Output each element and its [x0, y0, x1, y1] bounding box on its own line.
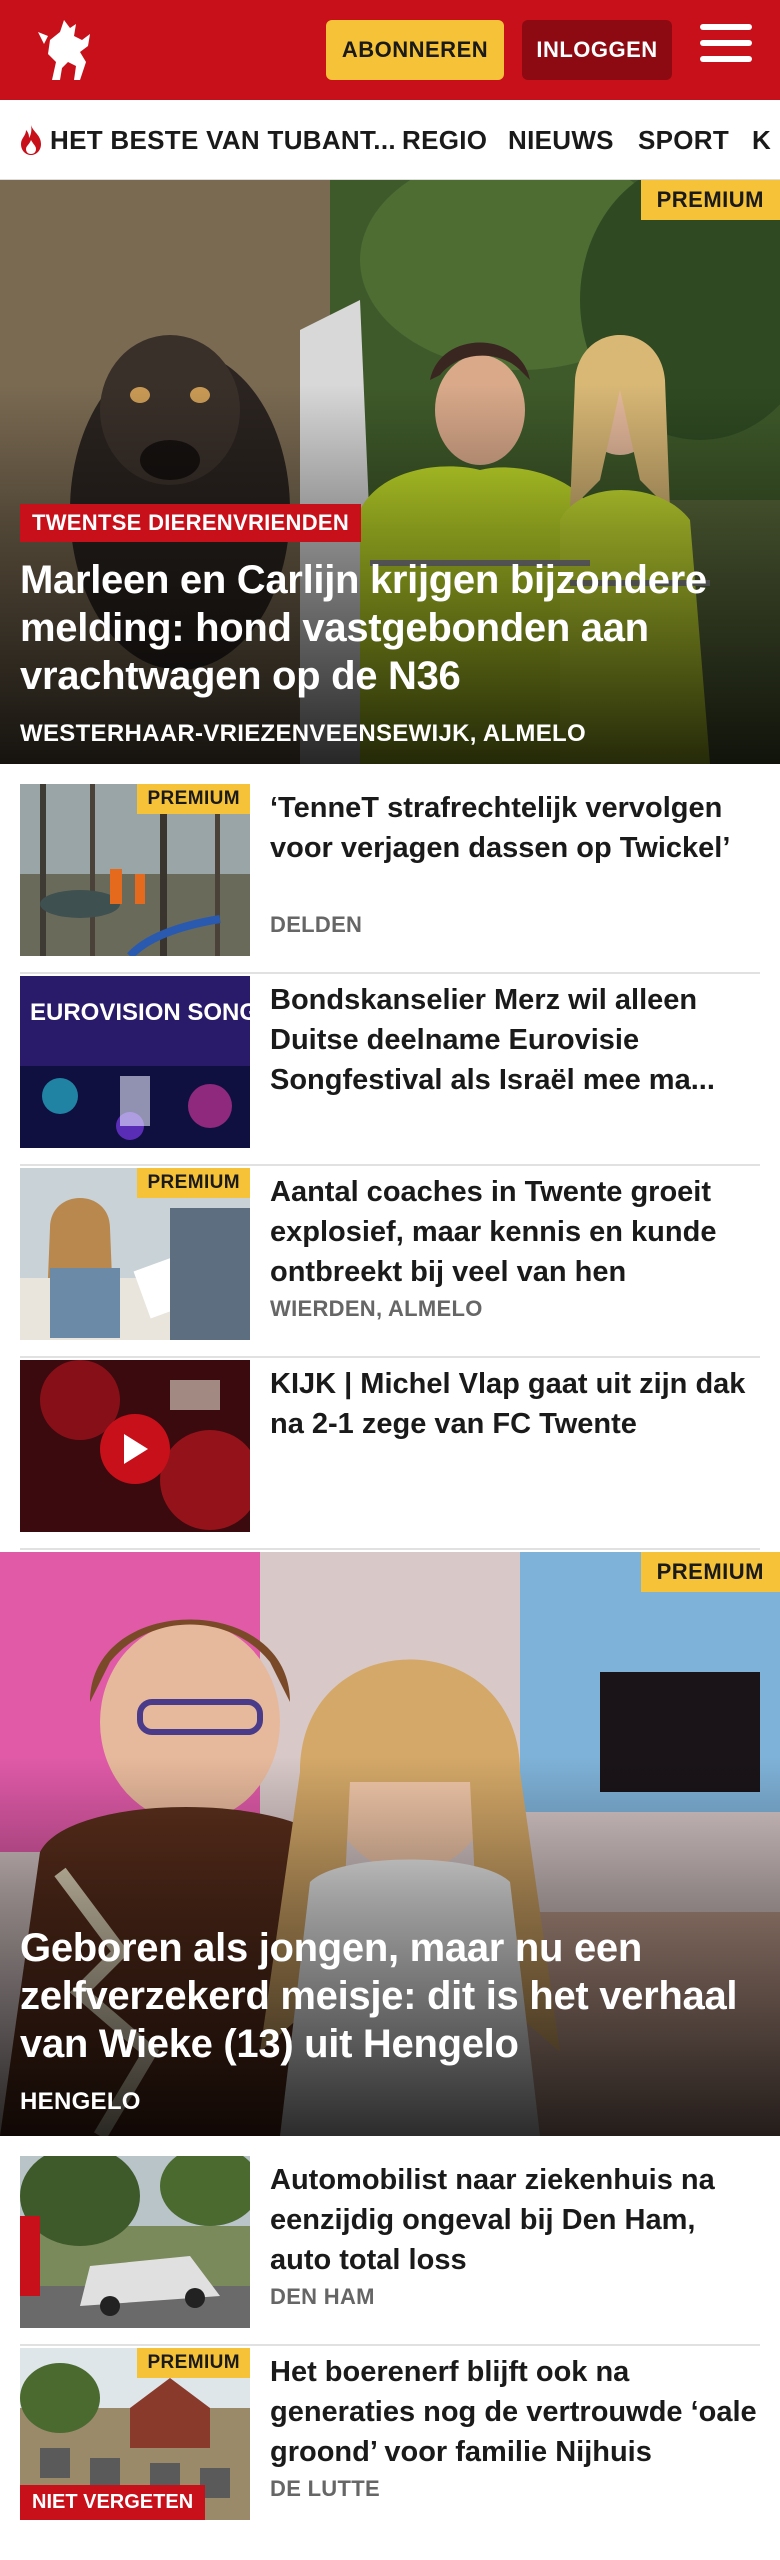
hero-article-1[interactable]: PREMIUM TWENTSE DIERENVRIENDEN Marleen e…	[0, 180, 780, 764]
login-button[interactable]: INLOGGEN	[522, 20, 672, 80]
article-headline[interactable]: Bondskanselier Merz wil alleen Duitse de…	[270, 980, 760, 1100]
category-tag[interactable]: TWENTSE DIERENVRIENDEN	[20, 504, 362, 542]
article-thumbnail: PREMIUM NIET VERGETEN	[20, 2348, 250, 2520]
hero-headline[interactable]: Geboren als jongen, maar nu een zelfverz…	[20, 1924, 760, 2068]
premium-badge: PREMIUM	[640, 180, 780, 220]
list-item[interactable]: PREMIUM NIET VERGETEN Het boerenerf blij…	[20, 2348, 760, 2538]
article-headline[interactable]: Het boerenerf blijft ook na generaties n…	[270, 2352, 760, 2472]
article-location: DELDEN	[270, 912, 363, 937]
flame-icon	[21, 125, 41, 155]
hero-article-2[interactable]: PREMIUM Geboren als jongen, maar nu een …	[0, 1552, 780, 2136]
tubantia-horse-logo-icon[interactable]	[30, 10, 110, 90]
article-location: DE LUTTE	[270, 2476, 380, 2501]
article-thumbnail: PREMIUM	[20, 1168, 250, 1340]
hero-location: WESTERHAAR-VRIEZENVEENSEWIJK, ALMELO	[20, 720, 586, 747]
article-headline[interactable]: Aantal coaches in Twente groeit explosie…	[270, 1172, 760, 1292]
article-thumbnail: EUROVISION SONG CONTEST BASEL 2025	[20, 976, 250, 1148]
hamburger-menu-icon[interactable]	[700, 24, 752, 76]
article-location: WIERDEN, ALMELO	[270, 1296, 483, 1321]
premium-badge: PREMIUM	[137, 2348, 250, 2378]
premium-badge: PREMIUM	[137, 784, 250, 814]
thumb-text: EUROVISION SONG CONTEST BASEL 2025	[30, 999, 250, 1026]
article-thumbnail	[20, 1360, 250, 1532]
thumb-photo-crashed-car	[20, 2156, 250, 2328]
category-nav: HET BESTE VAN TUBANT... REGIO NIEUWS SPO…	[0, 100, 780, 180]
article-thumbnail	[20, 2156, 250, 2328]
article-headline[interactable]: KIJK | Michel Vlap gaat uit zijn dak na …	[270, 1364, 760, 1444]
category-tag[interactable]: NIET VERGETEN	[20, 2485, 206, 2520]
list-item[interactable]: EUROVISION SONG CONTEST BASEL 2025 Bonds…	[20, 976, 760, 1166]
list-item[interactable]: PREMIUM Aantal coaches in Twente groeit …	[20, 1168, 760, 1358]
premium-badge: PREMIUM	[640, 1552, 780, 1592]
subscribe-button[interactable]: ABONNEREN	[326, 20, 504, 80]
thumb-photo-eurovision-stage: EUROVISION SONG CONTEST BASEL 2025	[20, 976, 250, 1148]
nav-item-best-of[interactable]: HET BESTE VAN TUBANT...	[18, 100, 396, 179]
nav-item-label: HET BESTE VAN TUBANT...	[50, 124, 396, 155]
nav-item-regio[interactable]: REGIO	[402, 100, 487, 179]
premium-badge: PREMIUM	[137, 1168, 250, 1198]
list-item[interactable]: PREMIUM ‘TenneT strafrechtelijk vervolge…	[20, 784, 760, 974]
nav-item-nieuws[interactable]: NIEUWS	[508, 100, 614, 179]
article-headline[interactable]: ‘TenneT strafrechtelijk vervolgen voor v…	[270, 788, 760, 868]
article-thumbnail: PREMIUM	[20, 784, 250, 956]
play-video-icon[interactable]	[100, 1414, 170, 1484]
hero-headline[interactable]: Marleen en Carlijn krijgen bijzondere me…	[20, 556, 760, 700]
article-headline[interactable]: Automobilist naar ziekenhuis na eenzijdi…	[270, 2160, 760, 2280]
list-item[interactable]: Automobilist naar ziekenhuis na eenzijdi…	[20, 2156, 760, 2346]
article-location: DEN HAM	[270, 2284, 375, 2309]
site-header: ABONNEREN INLOGGEN	[0, 0, 780, 100]
nav-item-k[interactable]: K	[752, 100, 771, 179]
list-item[interactable]: KIJK | Michel Vlap gaat uit zijn dak na …	[20, 1360, 760, 1550]
nav-item-sport[interactable]: SPORT	[638, 100, 729, 179]
hero-location: HENGELO	[20, 2088, 141, 2115]
